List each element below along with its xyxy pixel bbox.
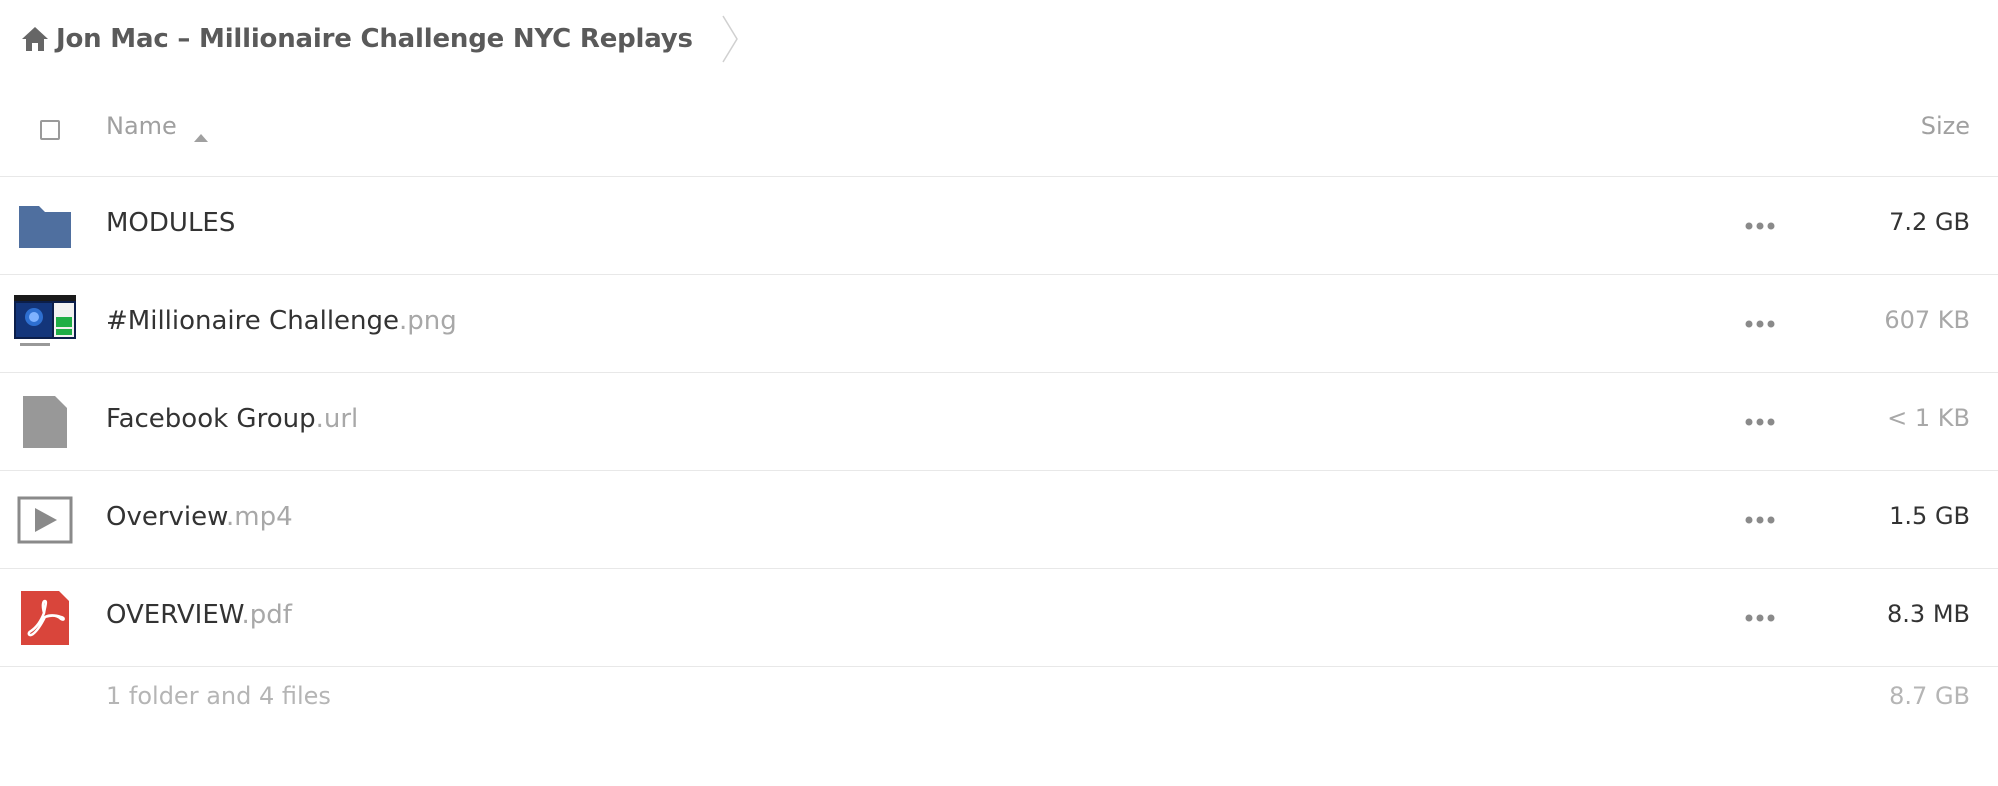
file-size: 607 KB	[1884, 306, 1970, 334]
file-row-overview-pdf[interactable]: OVERVIEW.pdf 8.3 MB	[0, 569, 1998, 667]
breadcrumb: Jon Mac – Millionaire Challenge NYC Repl…	[20, 14, 739, 64]
name-column-label: Name	[106, 112, 177, 140]
pdf-icon	[14, 587, 76, 649]
file-row-millionaire-challenge-png[interactable]: #Millionaire Challenge.png 607 KB	[0, 275, 1998, 373]
file-row-modules[interactable]: MODULES 7.2 GB	[0, 177, 1998, 275]
file-size: < 1 KB	[1887, 404, 1970, 432]
more-dots-icon	[1745, 614, 1775, 622]
image-thumbnail	[14, 293, 76, 355]
file-size: 8.3 MB	[1887, 600, 1970, 628]
file-name[interactable]: OVERVIEW.pdf	[106, 600, 292, 630]
more-dots-icon	[1745, 222, 1775, 230]
file-name[interactable]: #Millionaire Challenge.png	[106, 306, 457, 336]
file-list-header: Name Size	[0, 86, 1998, 177]
more-actions-button[interactable]	[1744, 607, 1776, 629]
file-size: 1.5 GB	[1889, 502, 1970, 530]
file-icon	[14, 391, 76, 453]
file-list-summary: 1 folder and 4 files 8.7 GB	[0, 670, 1998, 730]
file-row-facebook-group-url[interactable]: Facebook Group.url < 1 KB	[0, 373, 1998, 471]
file-row-overview-mp4[interactable]: Overview.mp4 1.5 GB	[0, 471, 1998, 569]
file-name[interactable]: Overview.mp4	[106, 502, 293, 532]
summary-total-size: 8.7 GB	[1889, 682, 1970, 710]
video-icon	[14, 489, 76, 551]
name-column-header[interactable]: Name	[106, 112, 209, 142]
more-actions-button[interactable]	[1744, 313, 1776, 335]
more-dots-icon	[1745, 418, 1775, 426]
more-actions-button[interactable]	[1744, 411, 1776, 433]
more-dots-icon	[1745, 516, 1775, 524]
more-actions-button[interactable]	[1744, 509, 1776, 531]
size-column-header[interactable]: Size	[1921, 112, 1970, 140]
home-icon[interactable]	[20, 24, 50, 54]
select-all-checkbox[interactable]	[40, 120, 60, 140]
file-name[interactable]: MODULES	[106, 208, 235, 238]
folder-icon	[14, 195, 76, 257]
file-size: 7.2 GB	[1889, 208, 1970, 236]
file-name[interactable]: Facebook Group.url	[106, 404, 358, 434]
breadcrumb-current-folder[interactable]: Jon Mac – Millionaire Challenge NYC Repl…	[56, 24, 693, 54]
more-actions-button[interactable]	[1744, 215, 1776, 237]
more-dots-icon	[1745, 320, 1775, 328]
summary-count: 1 folder and 4 files	[106, 682, 331, 710]
sort-ascending-icon	[193, 121, 209, 142]
breadcrumb-separator-icon	[721, 14, 739, 64]
